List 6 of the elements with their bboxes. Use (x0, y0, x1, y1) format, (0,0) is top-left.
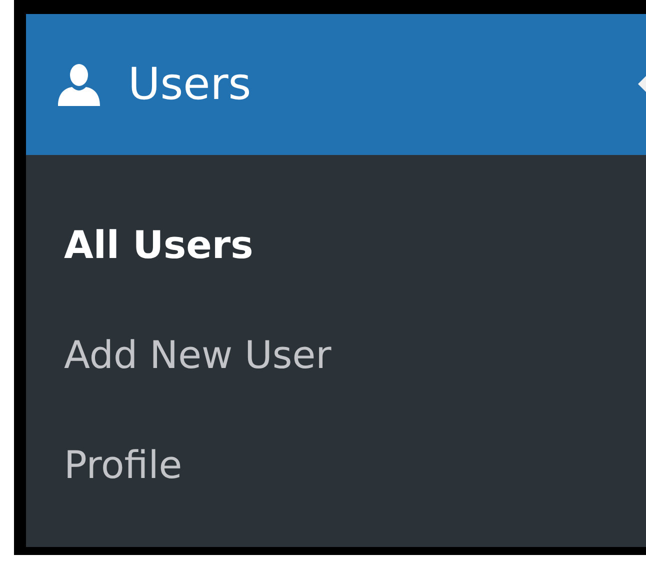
menu-label: Users (128, 58, 252, 112)
submenu-item[interactable]: Add New User (26, 300, 332, 410)
user-icon (56, 64, 102, 106)
menu-header[interactable]: Users (26, 14, 646, 155)
submenu-item[interactable]: Profile (26, 410, 182, 520)
submenu-item[interactable]: All Users (26, 190, 254, 300)
